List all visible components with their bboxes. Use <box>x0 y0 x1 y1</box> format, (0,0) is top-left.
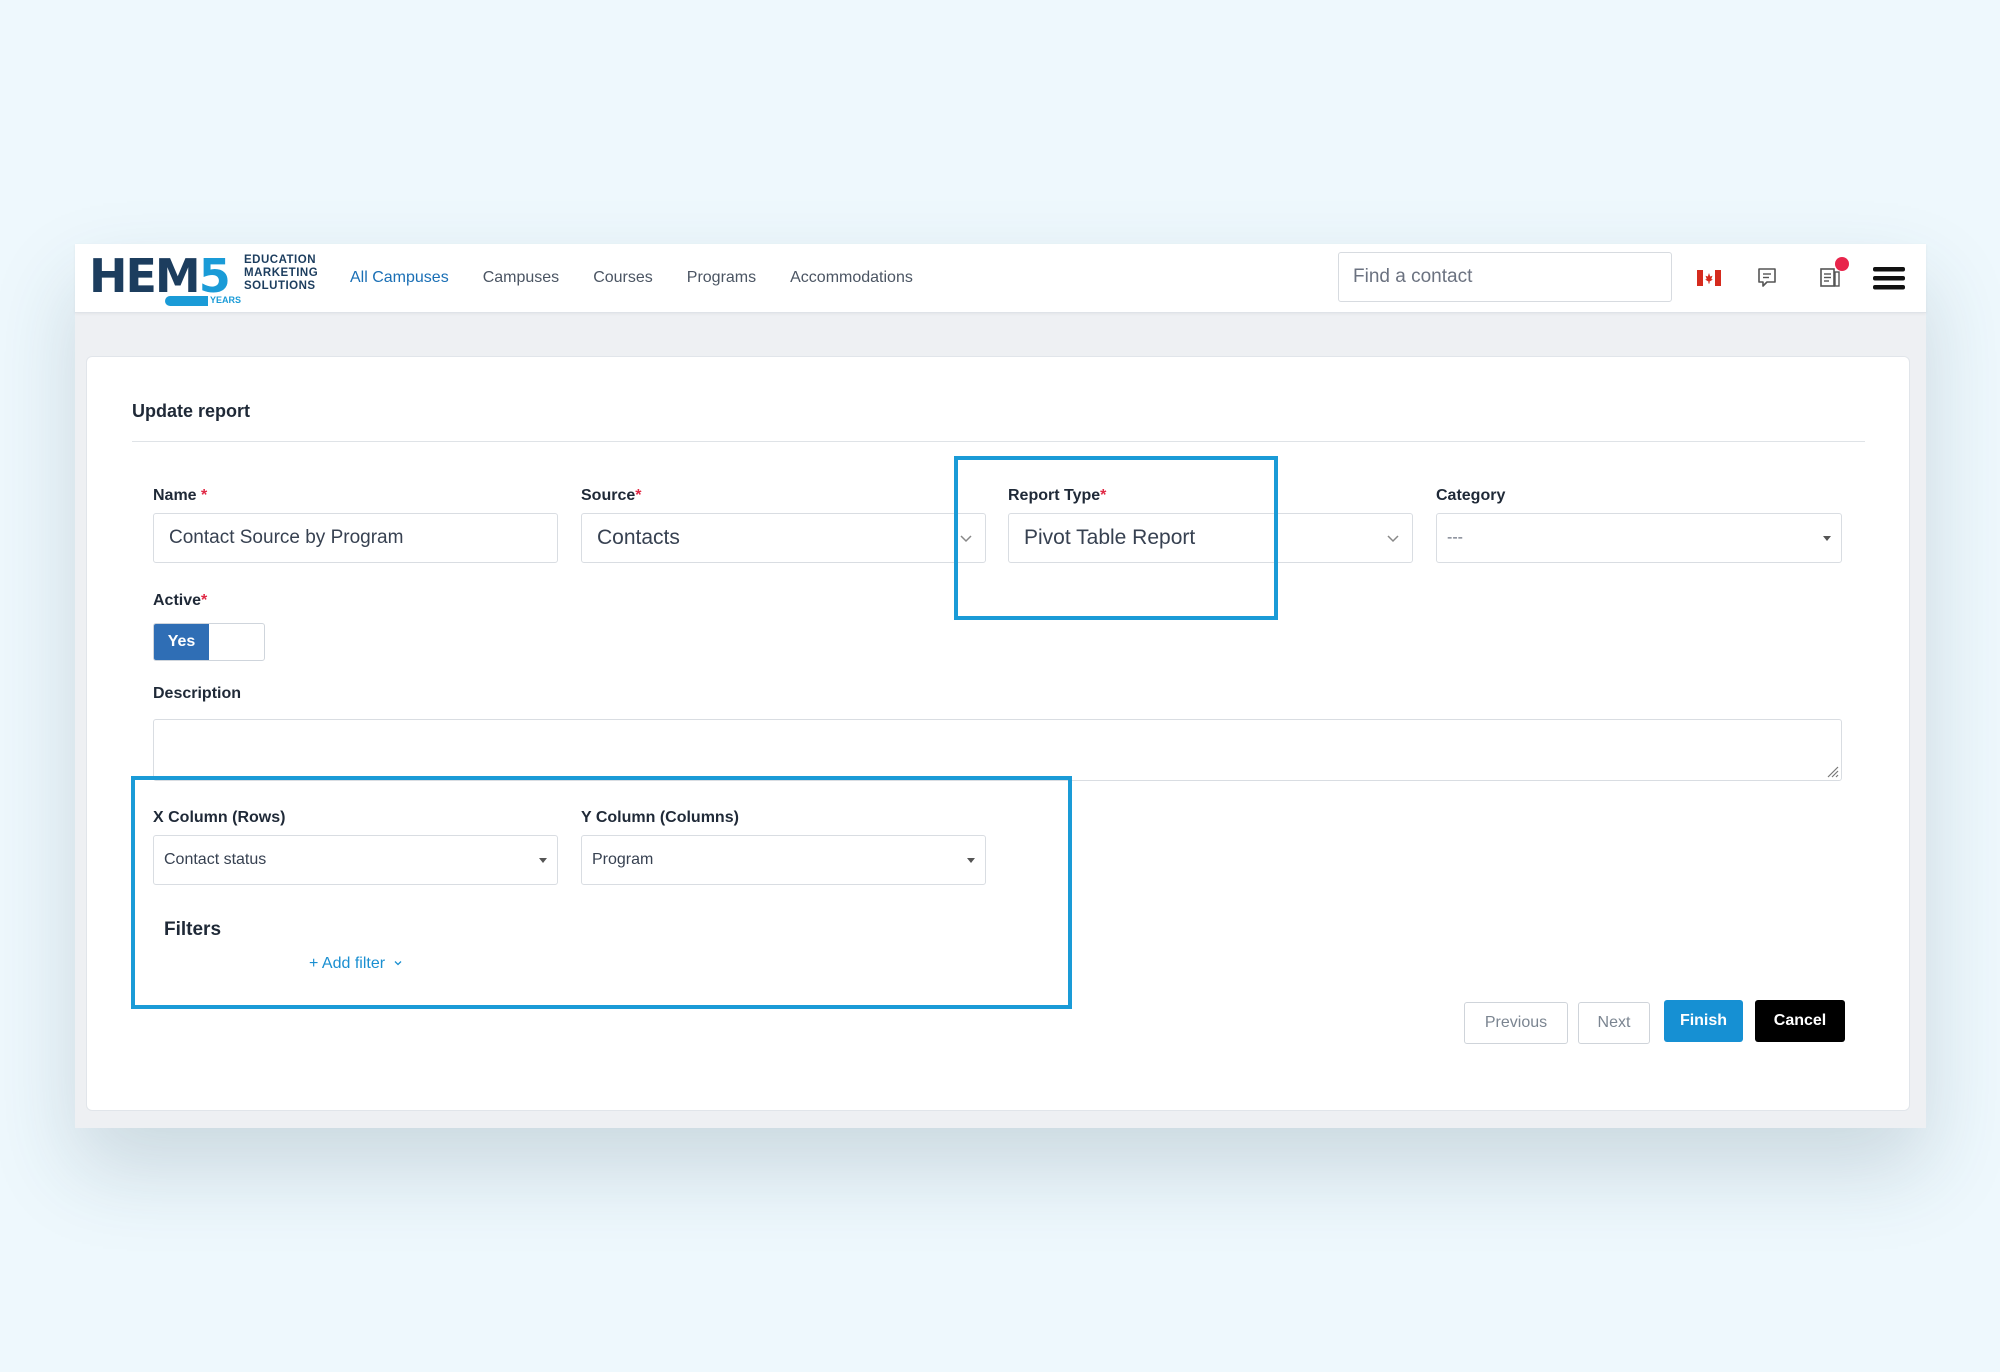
source-value: Contacts <box>597 526 680 549</box>
top-navbar: HEM5 EDUCATION MARKETING SOLUTIONS YEARS… <box>75 244 1926 313</box>
canada-flag-icon[interactable] <box>1697 270 1721 286</box>
x-column-value: Contact status <box>164 851 267 868</box>
main-nav: All Campuses Campuses Courses Programs A… <box>350 244 947 312</box>
caret-down-icon <box>967 858 975 863</box>
report-type-label: Report Type* <box>1008 487 1107 504</box>
chat-icon[interactable] <box>1753 264 1781 292</box>
source-label: Source* <box>581 487 642 504</box>
category-value: --- <box>1447 529 1463 546</box>
update-report-card: Update report Name * Contact Source by P… <box>86 356 1910 1111</box>
category-label: Category <box>1436 487 1506 504</box>
description-textarea[interactable] <box>153 719 1842 781</box>
toggle-yes: Yes <box>154 624 209 660</box>
menu-icon[interactable] <box>1872 261 1906 295</box>
resize-handle-icon[interactable] <box>1825 764 1839 778</box>
filters-title: Filters <box>164 919 222 940</box>
add-filter-button[interactable]: + Add filter <box>309 955 403 973</box>
name-value: Contact Source by Program <box>169 527 404 548</box>
report-type-select[interactable]: Pivot Table Report <box>1008 513 1413 563</box>
chevron-down-icon <box>960 535 972 543</box>
next-button[interactable]: Next <box>1578 1002 1650 1044</box>
y-column-value: Program <box>592 851 654 868</box>
cancel-button[interactable]: Cancel <box>1755 1000 1845 1042</box>
caret-down-icon <box>1823 536 1831 541</box>
notification-badge <box>1835 257 1849 271</box>
chevron-down-icon <box>1387 535 1399 543</box>
logo-years-bar: YEARS <box>165 294 241 306</box>
description-label: Description <box>153 685 242 702</box>
nav-accommodations[interactable]: Accommodations <box>790 269 913 287</box>
caret-down-icon <box>539 858 547 863</box>
nav-courses[interactable]: Courses <box>593 269 653 287</box>
name-field[interactable]: Contact Source by Program <box>153 513 558 563</box>
y-column-select[interactable]: Program <box>581 835 986 885</box>
y-column-label: Y Column (Columns) <box>581 809 739 826</box>
category-select[interactable]: --- <box>1436 513 1842 563</box>
x-column-select[interactable]: Contact status <box>153 835 558 885</box>
active-toggle[interactable]: Yes <box>153 623 265 661</box>
active-label: Active* <box>153 592 208 609</box>
finish-button[interactable]: Finish <box>1664 1000 1743 1042</box>
name-label: Name * <box>153 487 208 504</box>
app-window: HEM5 EDUCATION MARKETING SOLUTIONS YEARS… <box>75 244 1926 1128</box>
chevron-down-icon <box>394 961 401 966</box>
report-type-value: Pivot Table Report <box>1024 526 1196 549</box>
source-select[interactable]: Contacts <box>581 513 986 563</box>
previous-button[interactable]: Previous <box>1464 1002 1568 1044</box>
page-title: Update report <box>132 401 251 421</box>
find-contact-input[interactable] <box>1338 252 1672 302</box>
title-divider <box>132 441 1865 442</box>
hem5-logo[interactable]: HEM5 EDUCATION MARKETING SOLUTIONS YEARS <box>89 248 319 308</box>
nav-campuses[interactable]: Campuses <box>483 269 559 287</box>
nav-programs[interactable]: Programs <box>687 269 756 287</box>
nav-all-campuses[interactable]: All Campuses <box>350 269 449 287</box>
logo-tagline: EDUCATION MARKETING SOLUTIONS <box>244 254 319 292</box>
x-column-label: X Column (Rows) <box>153 809 286 826</box>
